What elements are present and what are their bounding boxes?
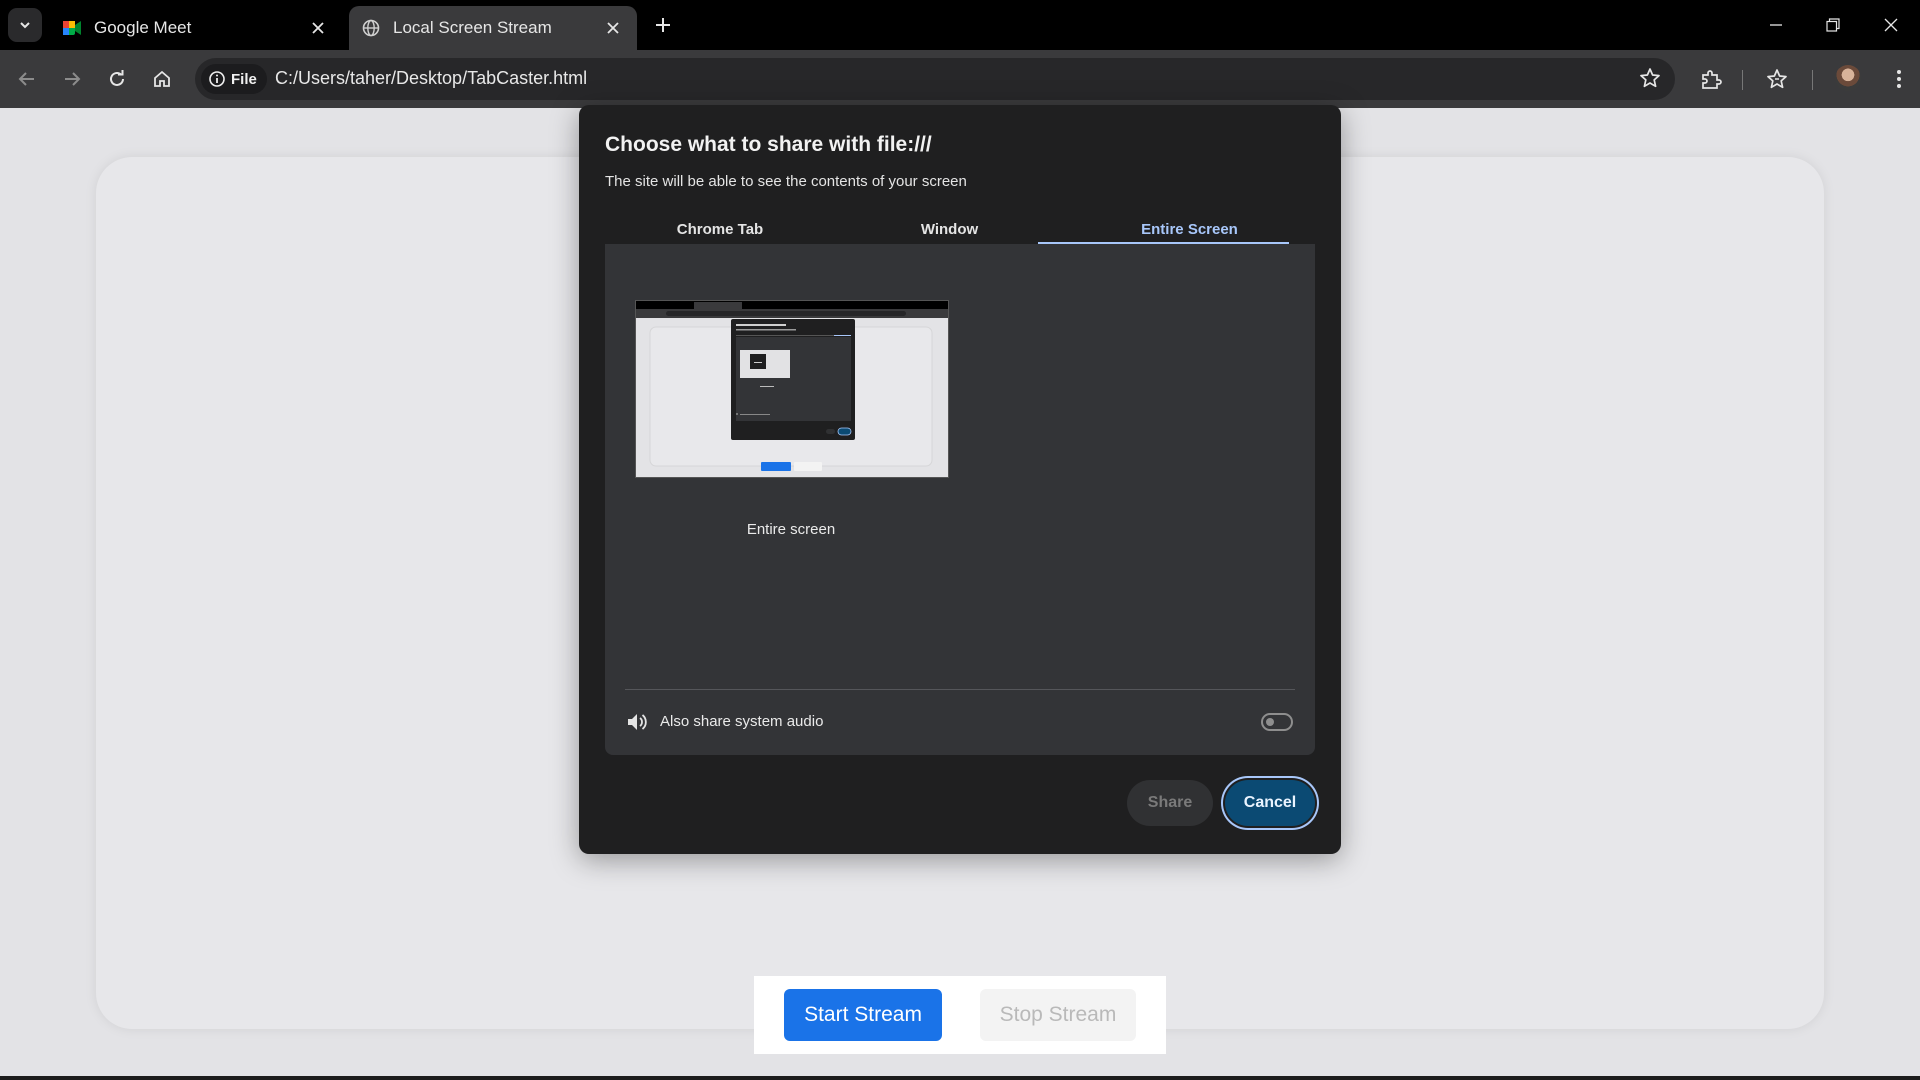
star-icon: [1640, 68, 1660, 88]
tab-window[interactable]: Window: [835, 209, 1064, 249]
browser-toolbar: File C:/Users/taher/Desktop/TabCaster.ht…: [0, 50, 1920, 108]
toggle-knob: [1266, 718, 1274, 726]
stop-stream-button[interactable]: Stop Stream: [980, 989, 1136, 1041]
url-text[interactable]: C:/Users/taher/Desktop/TabCaster.html: [275, 68, 587, 89]
tab-title: Google Meet: [94, 18, 192, 37]
tab-google-meet[interactable]: Google Meet: [50, 6, 342, 50]
share-button[interactable]: Share: [1127, 780, 1213, 826]
bookmark-star-button[interactable]: [1639, 67, 1661, 94]
stream-controls: Start Stream Stop Stream: [754, 976, 1166, 1054]
home-icon: [154, 70, 170, 87]
forward-button[interactable]: [56, 63, 88, 95]
google-meet-icon: [62, 18, 82, 38]
globe-icon: [361, 18, 381, 38]
arrow-right-icon: [65, 72, 81, 86]
speaker-icon: [626, 711, 648, 738]
chip-label: File: [231, 70, 257, 88]
close-icon: [1884, 18, 1898, 32]
tab-title: Local Screen Stream: [393, 18, 552, 37]
restore-button[interactable]: [1815, 10, 1851, 40]
chevron-down-icon: [20, 22, 30, 29]
back-button[interactable]: [11, 63, 43, 95]
minimize-icon: [1770, 24, 1782, 26]
arrow-left-icon: [18, 72, 34, 86]
site-info-chip[interactable]: File: [201, 64, 267, 94]
start-stream-button[interactable]: Start Stream: [784, 989, 942, 1041]
reload-icon: [110, 70, 124, 86]
reload-button[interactable]: [101, 63, 133, 95]
tab-local-screen-stream[interactable]: Local Screen Stream: [349, 6, 637, 50]
home-button[interactable]: [146, 63, 178, 95]
puzzle-icon: [1702, 70, 1722, 89]
profile-avatar[interactable]: [1835, 65, 1861, 91]
share-audio-toggle[interactable]: [1261, 713, 1293, 731]
minimize-button[interactable]: [1758, 10, 1794, 40]
info-icon: [209, 71, 225, 87]
dialog-subtitle: The site will be able to see the content…: [605, 173, 967, 190]
tab-search-button[interactable]: [8, 8, 42, 42]
screen-thumbnail[interactable]: [635, 300, 949, 478]
star-list-icon: [1767, 69, 1787, 89]
tab-strip: Google Meet Local Screen Stream: [0, 0, 1920, 50]
close-window-button[interactable]: [1873, 10, 1909, 40]
bottom-edge: [0, 1076, 1920, 1080]
tab-chrome-tab[interactable]: Chrome Tab: [605, 209, 835, 249]
close-icon[interactable]: [603, 18, 623, 38]
source-panel: Entire screen Also share system audio: [605, 244, 1315, 755]
toolbar-divider: [1742, 70, 1743, 90]
extensions-button[interactable]: [1695, 63, 1727, 95]
toolbar-divider: [1812, 70, 1813, 90]
menu-button[interactable]: [1883, 63, 1915, 95]
address-bar[interactable]: File C:/Users/taher/Desktop/TabCaster.ht…: [195, 58, 1675, 100]
share-audio-label: Also share system audio: [660, 713, 824, 730]
new-tab-button[interactable]: [650, 12, 676, 38]
screen-preview-image: [636, 301, 948, 477]
entire-screen-label[interactable]: Entire screen: [635, 521, 947, 538]
panel-divider: [625, 689, 1295, 690]
close-icon[interactable]: [308, 18, 328, 38]
plus-icon: [656, 18, 670, 32]
screen-share-dialog: Choose what to share with file:/// The s…: [579, 105, 1341, 854]
kebab-menu-icon: [1897, 70, 1901, 88]
cancel-button[interactable]: Cancel: [1225, 780, 1315, 826]
bookmarks-button[interactable]: [1761, 63, 1793, 95]
dialog-title: Choose what to share with file:///: [605, 133, 932, 156]
restore-icon: [1826, 18, 1840, 32]
